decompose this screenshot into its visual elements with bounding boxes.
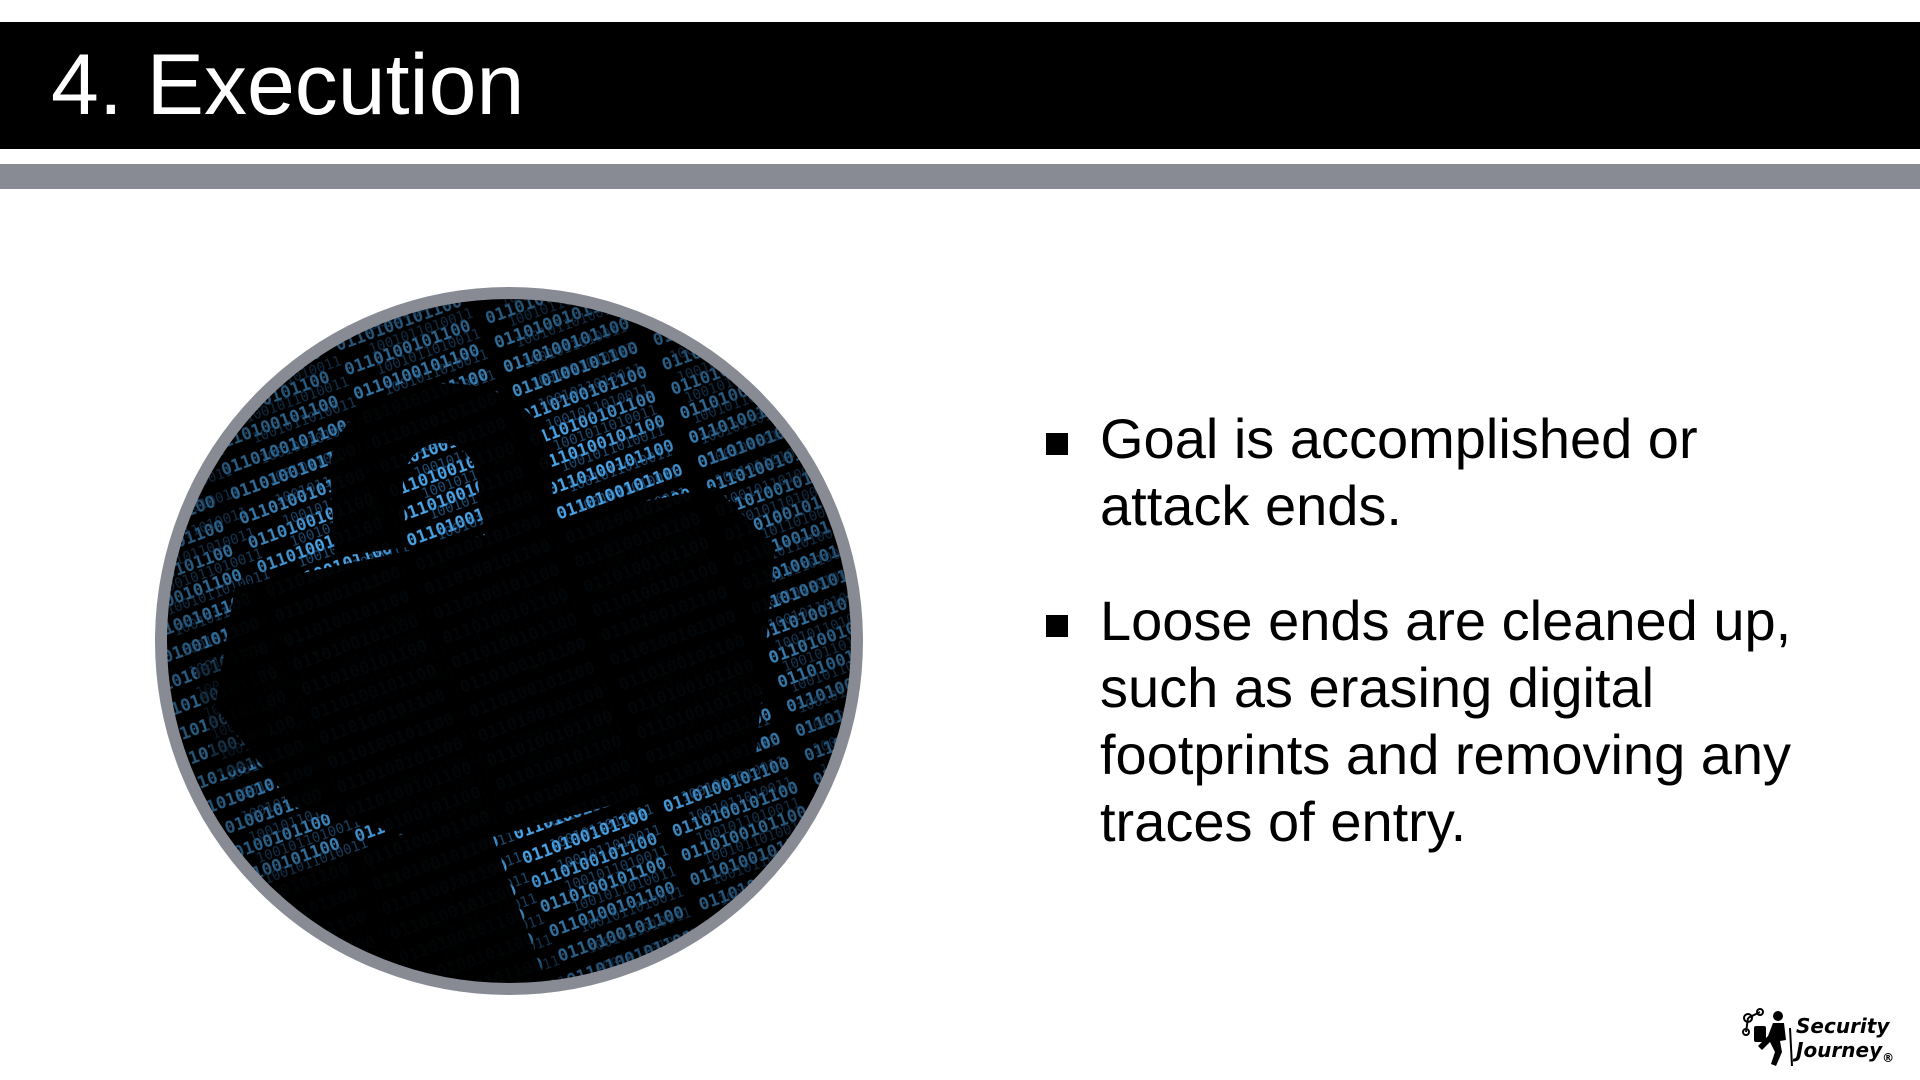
padlock-binary-image: 0110100101100 1001011010011 <box>155 287 863 995</box>
hiker-logo-icon <box>1742 1008 1793 1067</box>
padlock-binary-code-icon: 0110100101100 1001011010011 <box>155 287 863 995</box>
registered-mark: ® <box>1882 1051 1895 1065</box>
bullet-item: Loose ends are cleaned up, such as erasi… <box>1040 587 1860 855</box>
security-journey-logo: Security Journey® <box>1740 1006 1900 1070</box>
logo-line-1: Security <box>1796 1014 1890 1038</box>
bullet-text: Loose ends are cleaned up, such as erasi… <box>1100 589 1792 853</box>
square-bullet-icon <box>1046 615 1068 637</box>
accent-rule <box>0 164 1920 189</box>
bullet-list: Goal is accomplished or attack ends. Loo… <box>1040 405 1860 903</box>
logo-line-2: Journey® <box>1796 1038 1894 1070</box>
logo-line-2-text: Journey <box>1796 1038 1883 1062</box>
square-bullet-icon <box>1046 433 1068 455</box>
logo-wordmark: Security Journey® <box>1796 1014 1894 1070</box>
slide-title: 4. Execution <box>51 37 525 133</box>
bullet-text: Goal is accomplished or attack ends. <box>1100 407 1698 537</box>
bullet-item: Goal is accomplished or attack ends. <box>1040 405 1860 539</box>
